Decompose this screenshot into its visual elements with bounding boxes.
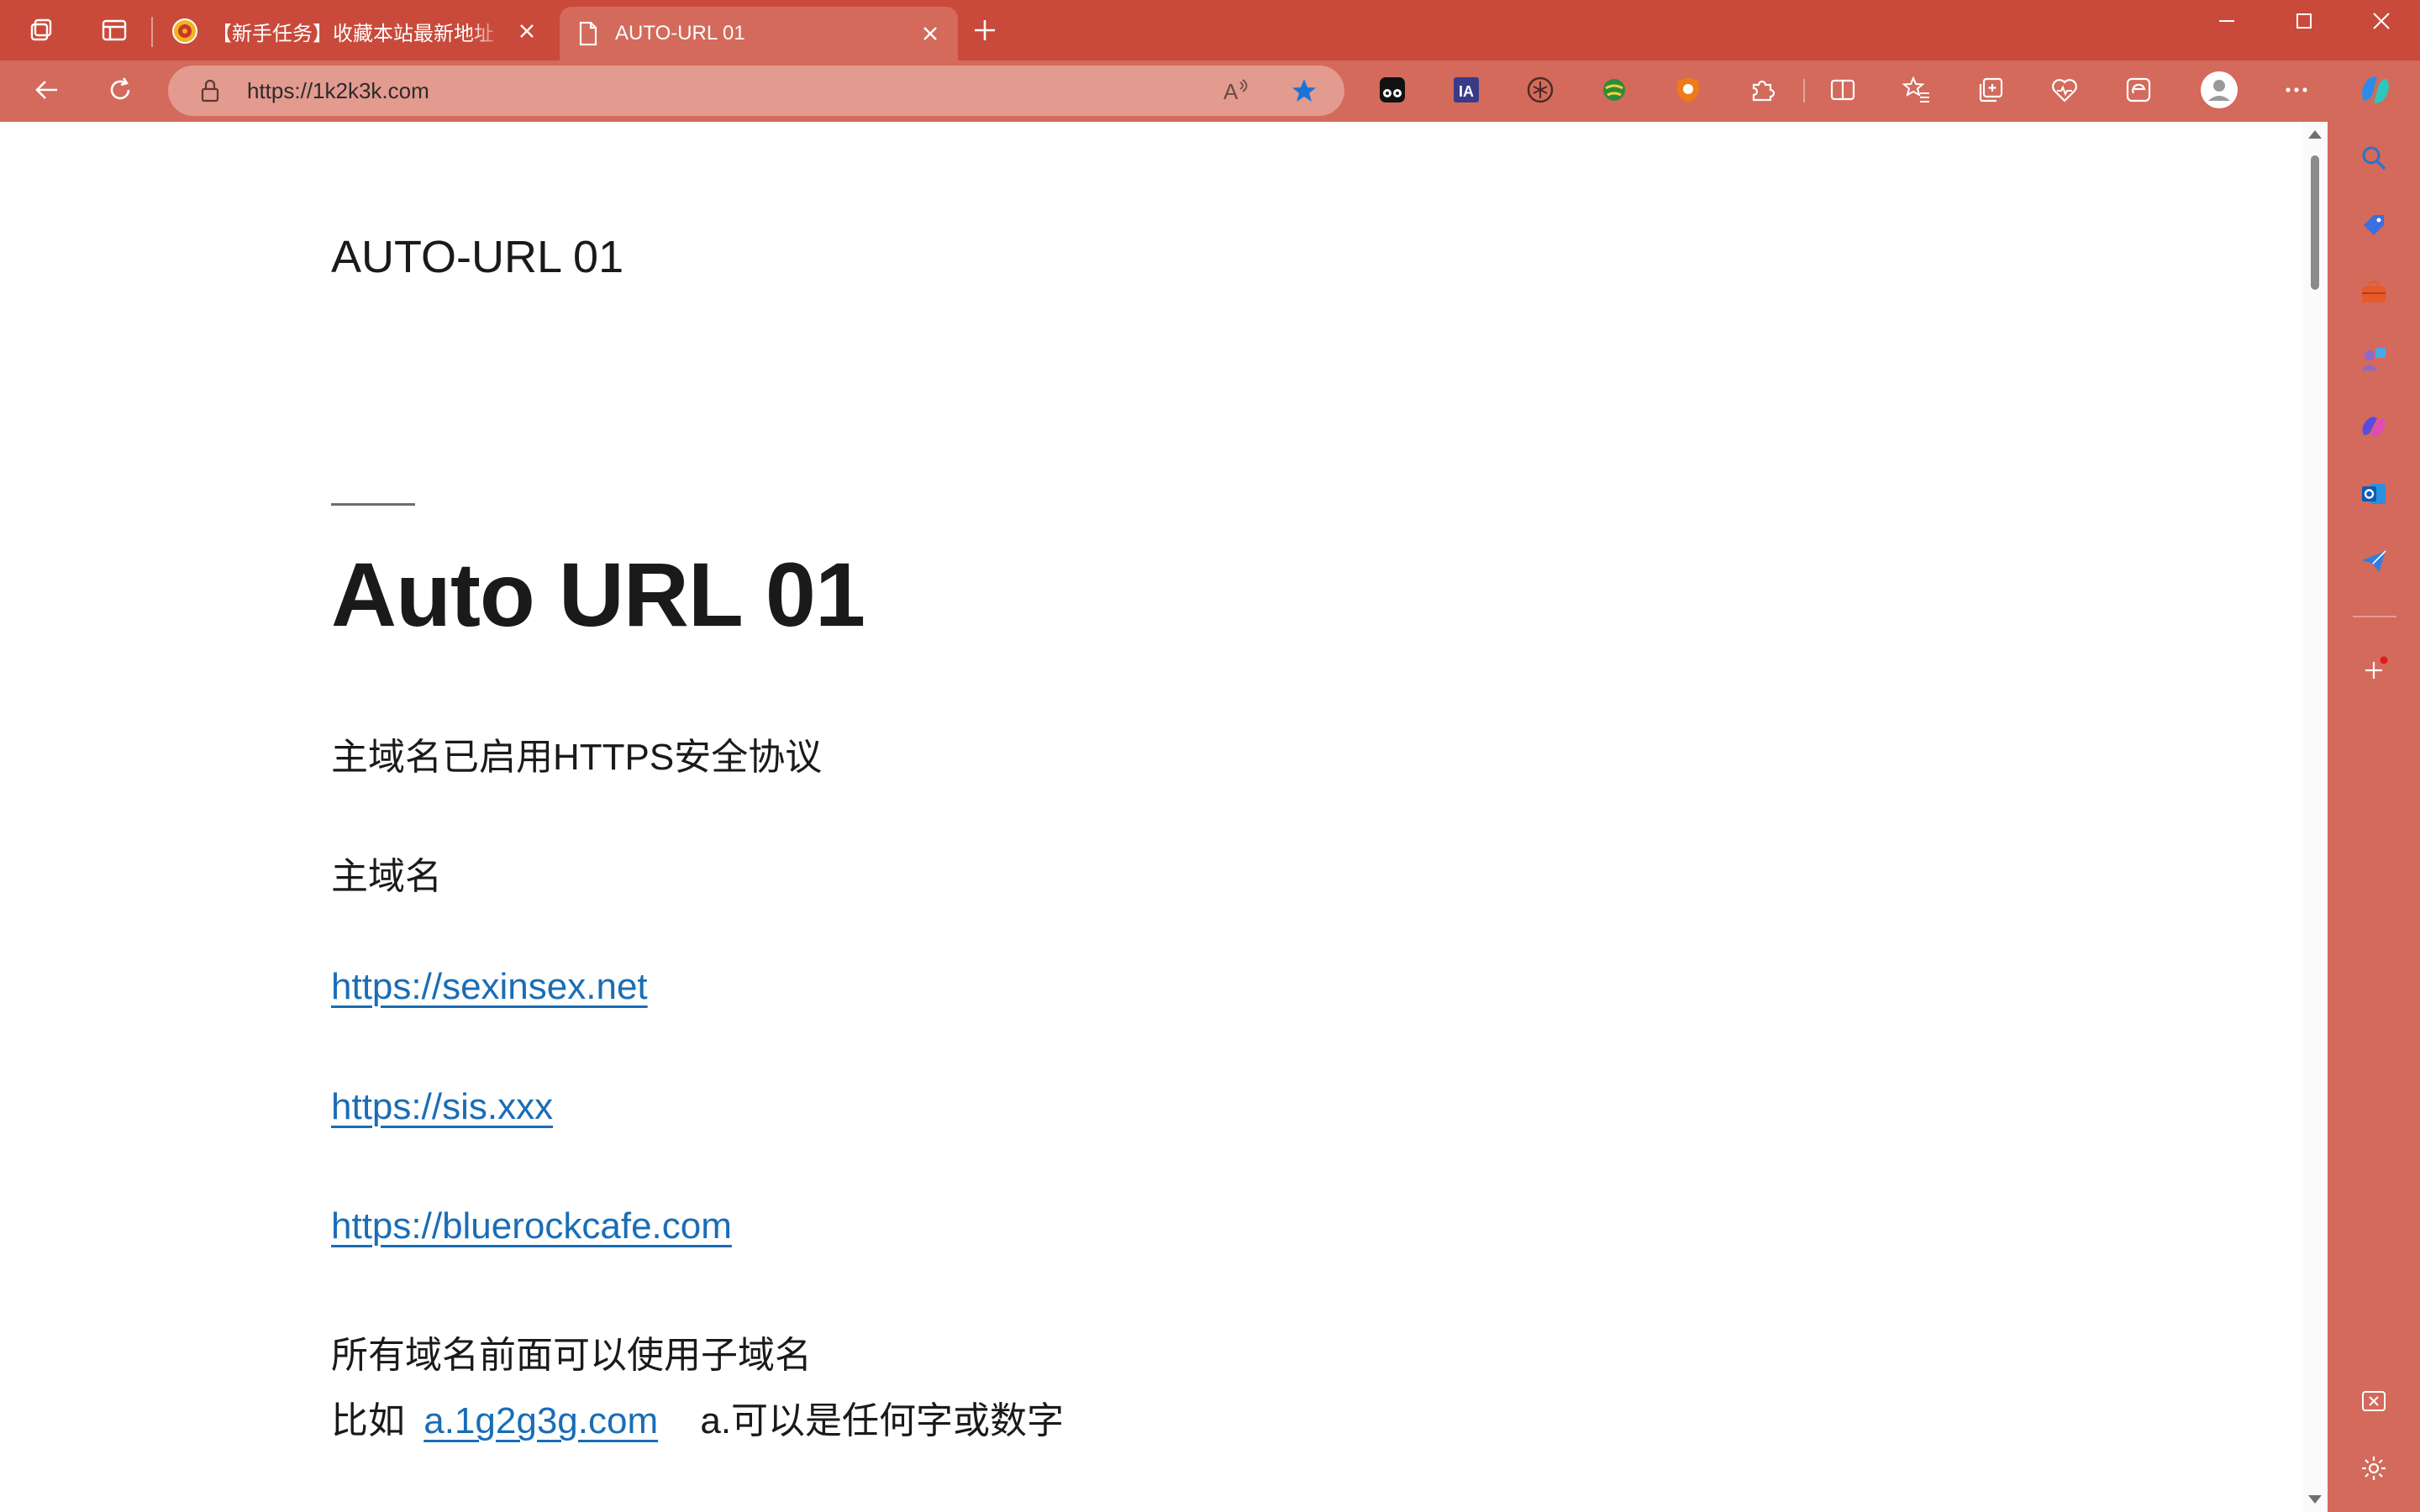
tab-auto-url[interactable]: AUTO-URL 01 <box>560 7 958 60</box>
globe-extension-icon[interactable] <box>1595 71 1634 109</box>
svg-text:A: A <box>1223 79 1239 104</box>
scroll-down-arrow[interactable] <box>2308 1495 2322 1504</box>
heading-divider <box>331 503 415 506</box>
close-tab-icon[interactable] <box>918 21 943 46</box>
read-aloud-icon[interactable]: A <box>1218 72 1255 109</box>
refresh-button[interactable] <box>101 71 139 109</box>
edge-performance-icon[interactable] <box>2119 71 2158 109</box>
address-bar[interactable]: A <box>168 66 1344 116</box>
subdomain-note: 所有域名前面可以使用子域名 <box>331 1335 812 1376</box>
screenshot-icon[interactable] <box>2354 1382 2393 1420</box>
tab-title: 【新手任务】收藏本站最新地址 <box>212 22 494 45</box>
copilot-sidebar-icon[interactable] <box>2354 407 2393 446</box>
tab-actions-icon[interactable] <box>96 12 133 49</box>
workspaces-icon[interactable] <box>24 12 60 49</box>
more-options-icon[interactable] <box>2277 71 2316 109</box>
extensions-puzzle-icon[interactable] <box>1743 71 1781 109</box>
page-icon <box>575 20 602 47</box>
title-bar: 【新手任务】收藏本站最新地址 AUTO-URL 01 <box>0 0 2420 60</box>
browser-essentials-icon[interactable] <box>2045 71 2084 109</box>
example-line: 比如 a.1g2g3g.com a.可以是任何字或数字 <box>331 1390 1064 1444</box>
site-title[interactable]: AUTO-URL 01 <box>331 231 623 283</box>
collections-icon[interactable] <box>1971 71 2010 109</box>
svg-text:IA: IA <box>1459 83 1474 100</box>
tampermonkey-extension-icon[interactable] <box>1373 71 1412 109</box>
outlook-icon[interactable] <box>2354 475 2393 513</box>
shield-extension-icon[interactable] <box>1669 71 1707 109</box>
scroll-up-arrow[interactable] <box>2308 130 2322 139</box>
minimize-button[interactable] <box>2188 0 2265 42</box>
tab-novice-task[interactable]: 【新手任务】收藏本站最新地址 <box>156 7 555 55</box>
favorite-star-icon[interactable] <box>1286 72 1323 109</box>
settings-gear-icon[interactable] <box>2354 1449 2393 1488</box>
sidebar-separator <box>2353 616 2396 617</box>
tab-separator <box>151 17 153 47</box>
emblem-extension-icon[interactable] <box>1521 71 1560 109</box>
send-icon[interactable] <box>2354 542 2393 580</box>
domain-link[interactable]: https://bluerockcafe.com <box>331 1205 732 1247</box>
close-window-button[interactable] <box>2343 0 2420 42</box>
url-input[interactable] <box>247 77 1087 104</box>
tools-briefcase-icon[interactable] <box>2354 273 2393 312</box>
scroll-thumb[interactable] <box>2311 155 2319 290</box>
page-viewport: AUTO-URL 01 Auto URL 01 主域名已启用HTTPS安全协议 … <box>0 122 2328 1512</box>
page-heading: Auto URL 01 <box>331 543 865 645</box>
split-screen-icon[interactable] <box>1823 71 1862 109</box>
favorites-icon[interactable] <box>1897 71 1936 109</box>
domain-link[interactable]: https://sis.xxx <box>331 1086 553 1127</box>
https-note: 主域名已启用HTTPS安全协议 <box>331 737 823 778</box>
example-link[interactable]: a.1g2g3g.com <box>424 1400 658 1441</box>
domain-link[interactable]: https://sexinsex.net <box>331 966 648 1007</box>
search-icon[interactable] <box>2354 139 2393 177</box>
toolbar: A IA <box>0 60 2420 119</box>
edge-sidebar <box>2328 122 2420 1512</box>
domain-link-paragraph: https://sexinsex.net <box>331 966 648 1008</box>
maximize-button[interactable] <box>2265 0 2343 42</box>
browser-window: 【新手任务】收藏本站最新地址 AUTO-URL 01 https://1k2k3… <box>0 0 2420 1512</box>
toolbar-separator <box>1803 79 1805 102</box>
new-tab-button[interactable] <box>966 12 1003 49</box>
lock-icon[interactable] <box>195 76 225 106</box>
shopping-tag-icon[interactable] <box>2354 206 2393 244</box>
close-tab-icon[interactable] <box>514 18 539 44</box>
ia-extension-icon[interactable]: IA <box>1447 71 1486 109</box>
main-domain-label: 主域名 <box>331 856 442 897</box>
domain-link-paragraph: https://sis.xxx <box>331 1086 553 1128</box>
games-icon[interactable] <box>2354 340 2393 379</box>
vertical-scrollbar[interactable] <box>2302 122 2328 1512</box>
tab-title: AUTO-URL 01 <box>615 22 745 45</box>
seal-icon <box>171 18 198 45</box>
example-prefix: 比如 <box>331 1400 405 1441</box>
add-sidebar-app-icon[interactable] <box>2354 651 2393 690</box>
example-suffix: a.可以是任何字或数字 <box>700 1400 1065 1441</box>
copilot-icon[interactable] <box>2356 71 2395 109</box>
back-button[interactable] <box>28 71 66 109</box>
domain-link-paragraph: https://bluerockcafe.com <box>331 1205 732 1247</box>
profile-avatar[interactable] <box>2200 71 2238 109</box>
